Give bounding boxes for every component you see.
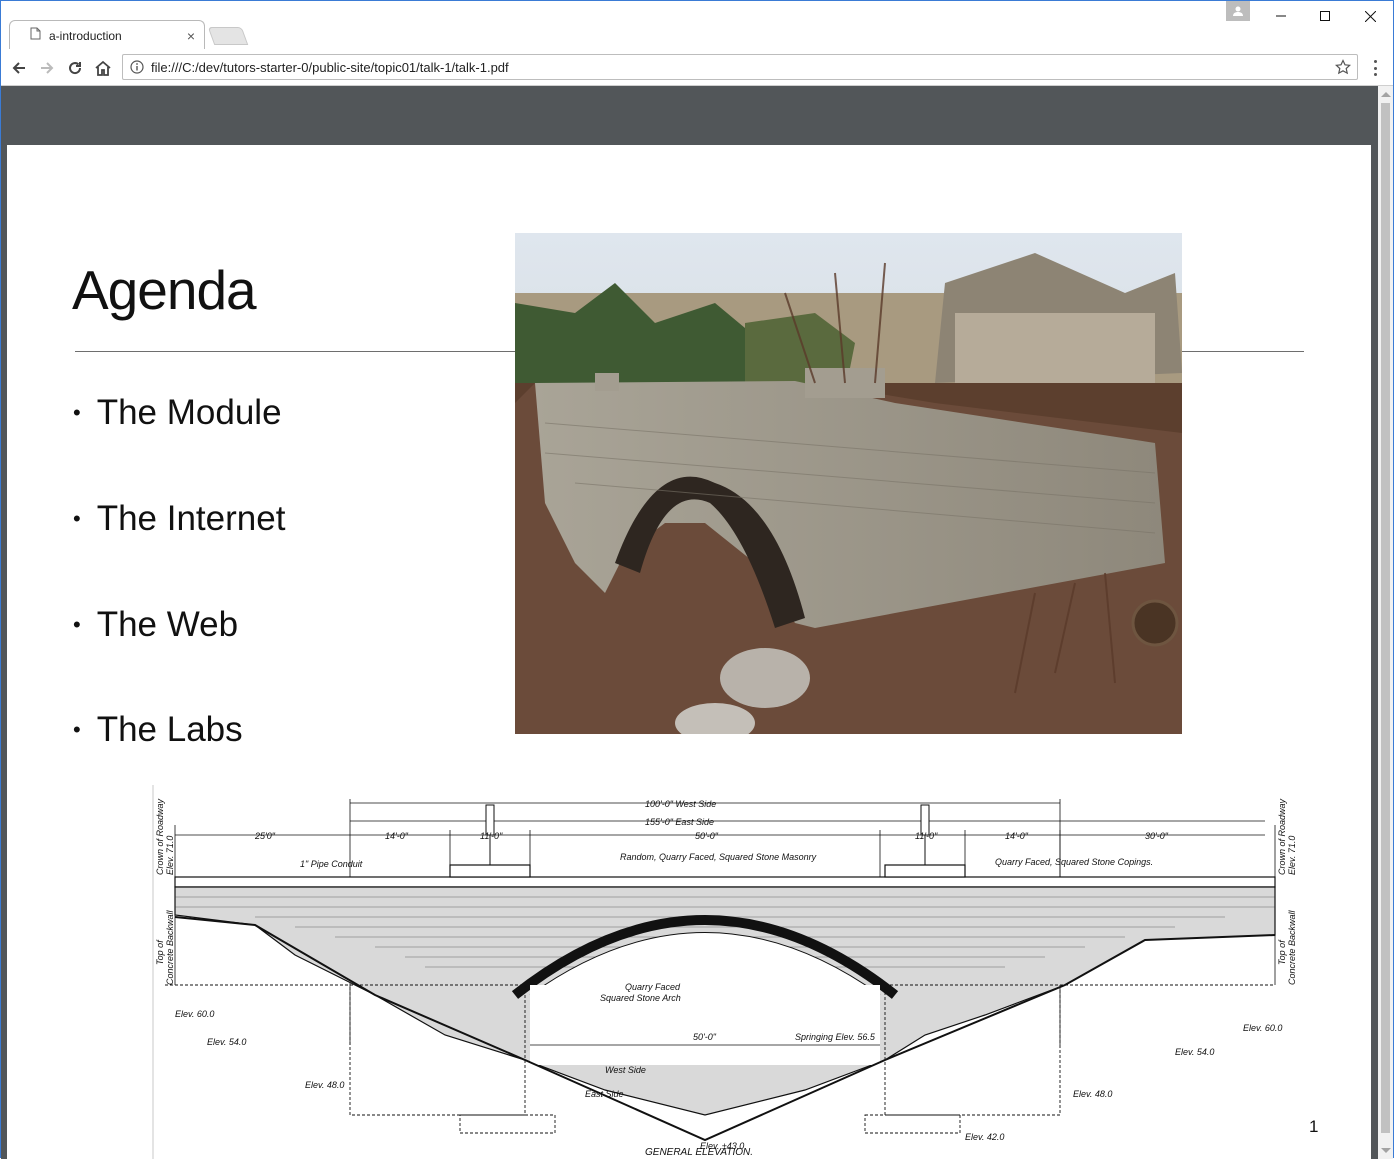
arch-note: Squared Stone Arch <box>600 993 681 1003</box>
bridge-photo <box>515 233 1182 734</box>
reload-icon[interactable] <box>64 57 86 79</box>
back-icon[interactable] <box>8 57 30 79</box>
elev-label-left: Elev. 71.0 <box>165 836 175 875</box>
menu-icon[interactable] <box>1367 58 1383 78</box>
tab-a-introduction[interactable]: a-introduction × <box>9 20 205 50</box>
slide-title: Agenda <box>72 259 257 321</box>
new-tab-button[interactable] <box>207 27 249 45</box>
elev-label-right: Elev. 71.0 <box>1287 836 1295 875</box>
crown-label-left: Crown of Roadway <box>155 798 165 875</box>
bullet-item: • The Internet <box>73 499 286 538</box>
tab-title: a-introduction <box>49 29 122 43</box>
arch-note: Quarry Faced <box>625 982 681 992</box>
document-icon <box>30 27 41 45</box>
url-text: file:///C:/dev/tutors-starter-0/public-s… <box>151 60 509 75</box>
top-label-left: Top of <box>155 939 165 965</box>
dim-label: 11'-0" <box>480 831 503 841</box>
scroll-down-icon[interactable] <box>1381 1148 1391 1153</box>
drawing-caption: GENERAL ELEVATION. <box>645 1147 753 1158</box>
home-icon[interactable] <box>92 57 114 79</box>
east-side-label: East Side <box>585 1089 624 1099</box>
window-close-icon[interactable] <box>1347 5 1393 27</box>
bridge-elevation-drawing: 100'-0" West Side 155'-0" East Side 25'0… <box>145 785 1297 1159</box>
pdf-page: Agenda • The Module • The Internet • The We… <box>7 145 1371 1159</box>
elev-label: Elev. 48.0 <box>305 1080 344 1090</box>
bullet-item: • The Labs <box>73 710 243 749</box>
dim-label: 11'-0" <box>915 831 938 841</box>
backwall-label-right: Concrete Backwall <box>1287 909 1295 985</box>
maximize-icon[interactable] <box>1302 5 1348 27</box>
elev-label: Elev. 60.0 <box>1243 1023 1282 1033</box>
crown-label-right: Crown of Roadway <box>1277 798 1287 875</box>
elev-label: Elev. 48.0 <box>1073 1089 1112 1099</box>
info-icon[interactable] <box>130 60 144 79</box>
dim-label: 50'-0" <box>695 831 719 841</box>
top-label-right: Top of <box>1277 939 1287 965</box>
pdf-viewer: Agenda • The Module • The Internet • The We… <box>1 86 1393 1159</box>
elev-label: Elev. 60.0 <box>175 1009 214 1019</box>
bullet-item: • The Web <box>73 605 239 644</box>
elev-label: Elev. 42.0 <box>965 1132 1004 1142</box>
dim-west-label: 100'-0" West Side <box>645 799 716 809</box>
toolbar: file:///C:/dev/tutors-starter-0/public-s… <box>1 49 1393 86</box>
masonry-note: Random, Quarry Faced, Squared Stone Maso… <box>620 852 817 862</box>
page-number: 1 <box>1309 1117 1319 1136</box>
dim-label: 14'-0" <box>1005 831 1029 841</box>
scrollbar[interactable] <box>1378 86 1393 1159</box>
scrollbar-thumb[interactable] <box>1381 103 1390 1133</box>
forward-icon[interactable] <box>36 57 58 79</box>
coping-note: Quarry Faced, Squared Stone Copings. <box>995 857 1153 867</box>
bullet-item: • The Module <box>73 393 282 432</box>
dim-label: 25'0" <box>254 831 276 841</box>
profile-icon[interactable] <box>1226 1 1250 21</box>
west-side-label: West Side <box>605 1065 646 1075</box>
star-icon[interactable] <box>1334 59 1352 80</box>
dim-label: 14'-0" <box>385 831 409 841</box>
browser-window: a-introduction × file:///C:/dev/tutors-s… <box>0 0 1394 1159</box>
scroll-up-icon[interactable] <box>1381 92 1391 97</box>
arch-span-label: 50'-0" <box>693 1032 717 1042</box>
minimize-icon[interactable] <box>1258 5 1304 27</box>
elev-label: Elev. 54.0 <box>207 1037 246 1047</box>
dim-label: 30'-0" <box>1145 831 1169 841</box>
pipe-note: 1" Pipe Conduit <box>300 859 363 869</box>
springing-label: Springing Elev. 56.5 <box>795 1032 876 1042</box>
close-icon[interactable]: × <box>184 28 198 44</box>
address-bar[interactable]: file:///C:/dev/tutors-starter-0/public-s… <box>122 54 1358 80</box>
dim-east-label: 155'-0" East Side <box>645 817 714 827</box>
backwall-label-left: Concrete Backwall <box>165 909 175 985</box>
elev-label: Elev. 54.0 <box>1175 1047 1214 1057</box>
tab-strip: a-introduction × <box>1 1 1393 50</box>
